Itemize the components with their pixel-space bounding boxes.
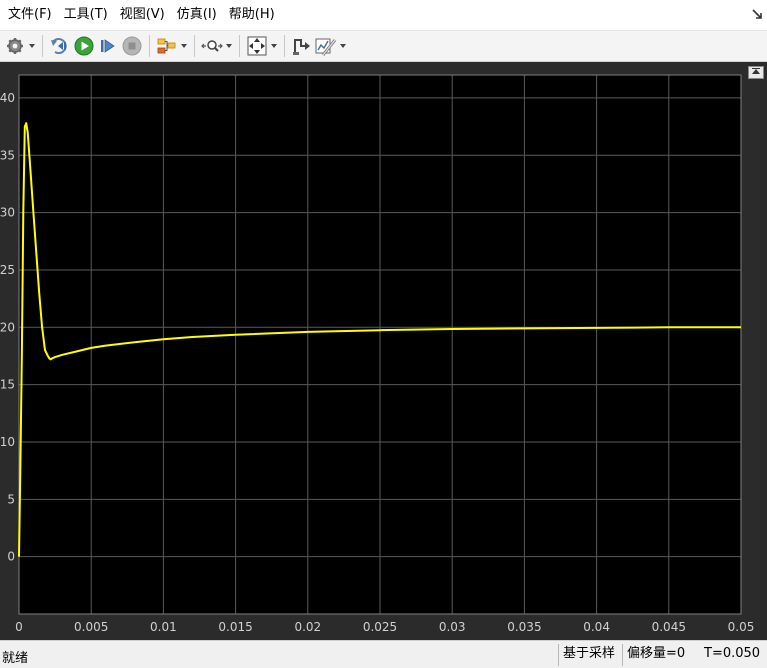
y-tick-label: 30: [0, 206, 15, 220]
menu-help[interactable]: 帮助(H): [223, 4, 281, 26]
x-tick-label: 0.01: [150, 620, 177, 634]
run-icon[interactable]: [72, 34, 96, 58]
status-sample-based: 基于采样: [558, 644, 615, 666]
undock-arrow-icon[interactable]: [751, 8, 763, 20]
x-tick-label: 0.035: [507, 620, 541, 634]
x-tick-label: 0.025: [363, 620, 397, 634]
cursor-measurements-icon[interactable]: [290, 34, 314, 58]
x-tick-label: 0.04: [583, 620, 610, 634]
menu-tools[interactable]: 工具(T): [58, 4, 114, 26]
x-tick-label: 0.015: [218, 620, 252, 634]
y-tick-label: 15: [0, 378, 15, 392]
y-tick-label: 40: [0, 91, 15, 105]
toolbar-separator: [42, 35, 43, 57]
y-tick-label: 5: [7, 492, 15, 506]
toolbar-separator: [239, 35, 240, 57]
signal-statistics-icon[interactable]: [314, 34, 338, 58]
settings-dropdown[interactable]: [27, 34, 37, 58]
menu-bar: 文件(F) 工具(T) 视图(V) 仿真(I) 帮助(H): [0, 0, 767, 30]
menu-view[interactable]: 视图(V): [114, 4, 171, 26]
status-bar: 就绪 基于采样 偏移量=0 T=0.050: [0, 640, 767, 668]
y-tick-label: 35: [0, 148, 15, 162]
toolbar-separator: [194, 35, 195, 57]
maximize-axes-button[interactable]: [748, 66, 764, 79]
statistics-dropdown[interactable]: [338, 34, 348, 58]
status-time: T=0.050: [704, 646, 761, 661]
y-tick-label: 20: [0, 320, 15, 334]
x-tick-label: 0.005: [74, 620, 108, 634]
zoom-icon[interactable]: [200, 34, 224, 58]
step-forward-icon[interactable]: [96, 34, 120, 58]
toolbar-separator: [284, 35, 285, 57]
fit-dropdown[interactable]: [269, 34, 279, 58]
status-offset: 偏移量=0: [622, 644, 685, 666]
status-ready: 就绪: [2, 651, 29, 666]
zoom-dropdown[interactable]: [224, 34, 234, 58]
fit-to-view-icon[interactable]: [245, 34, 269, 58]
highlight-model-icon[interactable]: [155, 34, 179, 58]
step-back-icon[interactable]: [48, 34, 72, 58]
x-tick-label: 0.045: [652, 620, 686, 634]
y-tick-label: 0: [7, 550, 15, 564]
toolbar-separator: [149, 35, 150, 57]
settings-icon[interactable]: [3, 34, 27, 58]
y-tick-label: 10: [0, 435, 15, 449]
highlight-dropdown[interactable]: [179, 34, 189, 58]
x-tick-label: 0: [15, 620, 23, 634]
scope-plot[interactable]: 0 0.005 0.01 0.015 0.02 0.025 0.03 0.035 0.04 0.0…: [0, 62, 767, 640]
stop-icon[interactable]: [120, 34, 144, 58]
menu-file[interactable]: 文件(F): [2, 4, 58, 26]
y-tick-label: 25: [0, 263, 15, 277]
toolbar: [0, 30, 767, 62]
menu-simulation[interactable]: 仿真(I): [171, 4, 223, 26]
x-tick-label: 0.02: [294, 620, 321, 634]
x-tick-label: 0.03: [439, 620, 466, 634]
x-tick-label: 0.05: [728, 620, 755, 634]
